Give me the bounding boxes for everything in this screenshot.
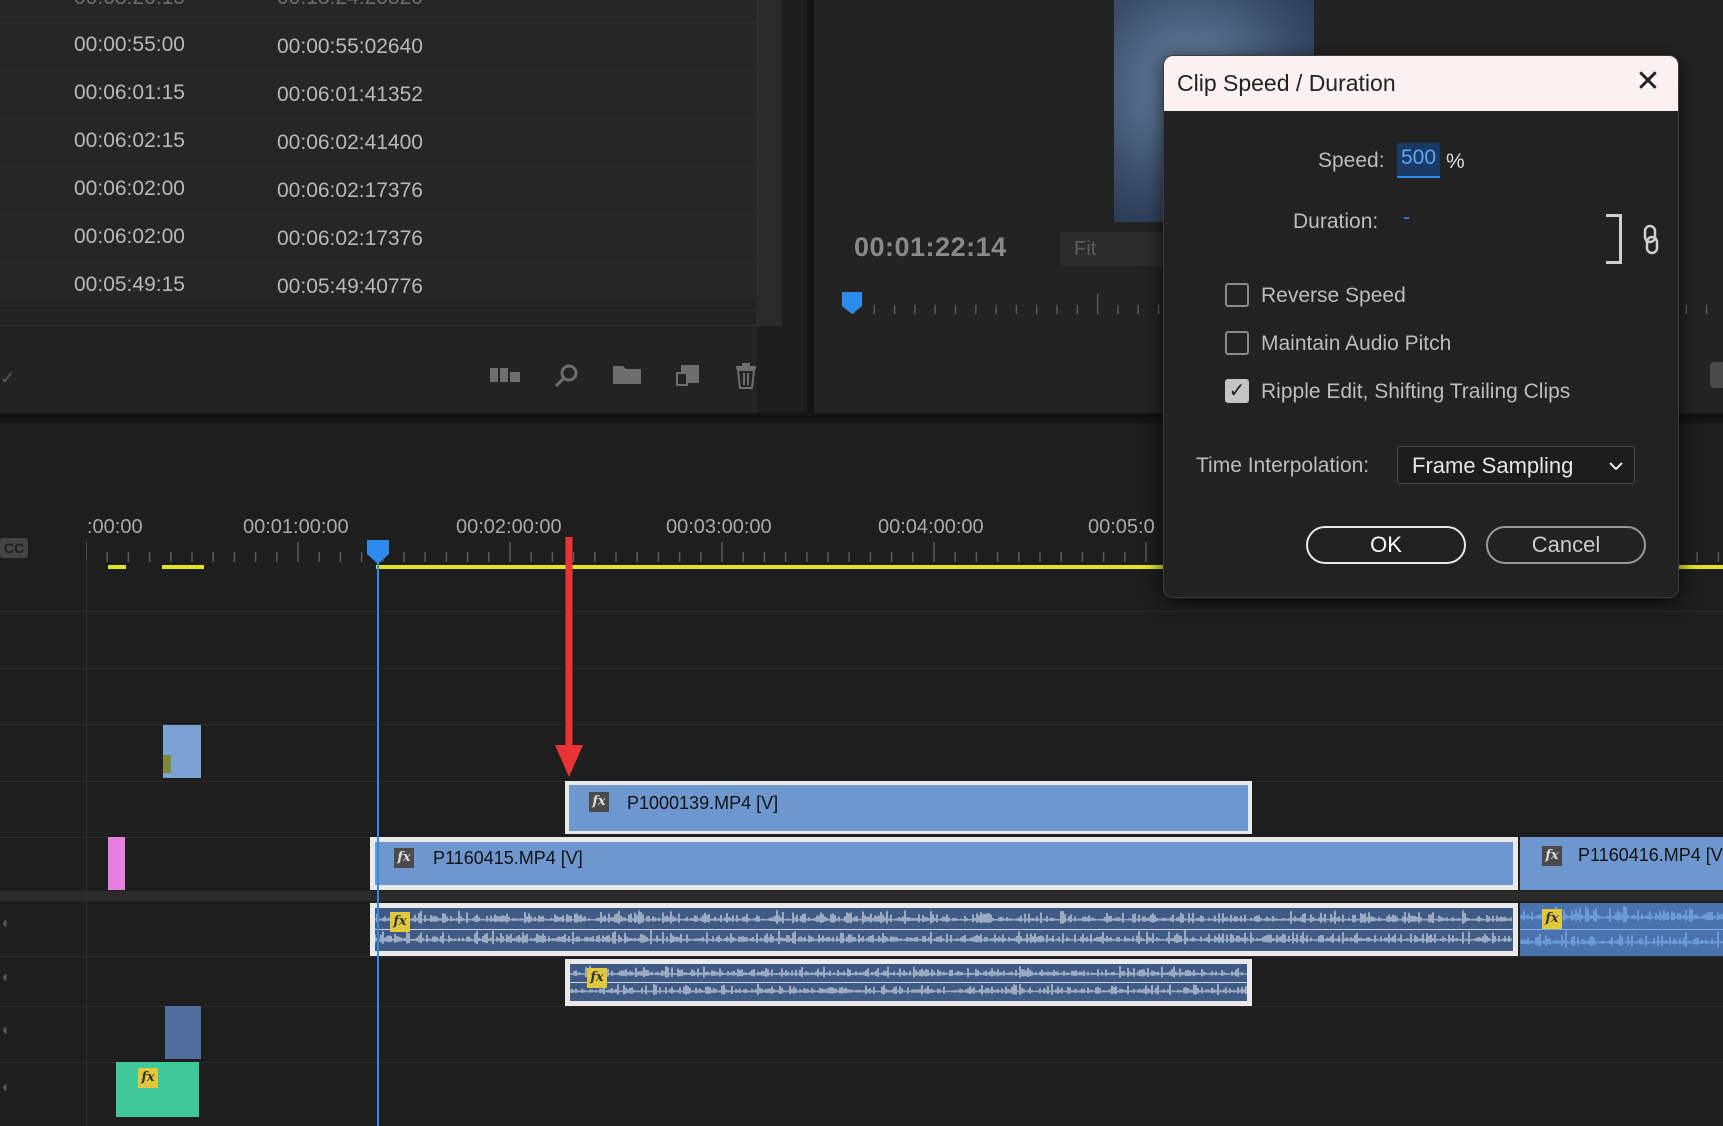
small-pink-clip[interactable] — [108, 837, 125, 890]
dialog-title: Clip Speed / Duration — [1177, 70, 1396, 96]
folder-icon[interactable] — [611, 363, 643, 389]
speed-input[interactable]: 500 — [1397, 143, 1440, 178]
fx-badge: fx — [1542, 846, 1562, 866]
time-interpolation-select[interactable]: Frame Sampling — [1397, 446, 1635, 484]
ruler-time-label: 00:03:00:00 — [666, 516, 772, 538]
timecode-cell: 00:06:02:41400 — [277, 131, 423, 154]
playhead-handle[interactable] — [366, 540, 390, 566]
fx-badge: fx — [390, 912, 410, 932]
annotation-arrow — [555, 537, 583, 777]
ruler-time-label: :00:00 — [87, 516, 143, 538]
timecode-cell: 00:06:01:41352 — [277, 83, 423, 106]
fx-badge: fx — [138, 1068, 158, 1088]
cancel-button[interactable]: Cancel — [1486, 526, 1646, 564]
close-icon[interactable]: ✕ — [1628, 62, 1668, 102]
track-divider — [0, 1006, 1723, 1007]
zoom-fit-dropdown[interactable]: Fit — [1060, 232, 1170, 266]
video-clip-p1160416[interactable]: fx P1160416.MP4 [V — [1518, 837, 1723, 890]
mic-icon[interactable]: ◖ — [0, 915, 10, 933]
audio-clip-p1160416[interactable]: fx — [1518, 903, 1723, 956]
timecode-cell: 00:06:02:17376 — [277, 179, 423, 202]
list-item[interactable]: 00:06:01:15 00:06:01:41352 — [0, 71, 757, 119]
track-divider — [0, 1062, 1723, 1063]
clip-name: P1000139.MP4 [V] — [627, 793, 779, 813]
project-list: 00:03:26:1500:13:24:20320 00:00:55:0000:… — [0, 0, 757, 311]
project-scrollbar[interactable] — [757, 0, 782, 325]
track-divider — [0, 611, 1723, 612]
ripple-edit-checkbox[interactable]: ✓ — [1225, 379, 1249, 403]
ok-button[interactable]: OK — [1306, 526, 1466, 564]
duration-cell: 00:06:02:00 — [74, 177, 185, 200]
small-green-audio-clip[interactable]: fx — [116, 1062, 199, 1117]
list-item[interactable]: 00:06:02:15 00:06:02:41400 — [0, 119, 757, 167]
small-video-clip[interactable] — [163, 725, 201, 778]
duration-cell: 00:06:02:15 — [74, 129, 185, 152]
track-divider — [0, 668, 1723, 669]
list-item[interactable]: 00:06:02:00 00:06:02:17376 — [0, 215, 757, 263]
duration-cell: 00:05:49:15 — [74, 273, 185, 296]
monitor-control-button[interactable] — [1710, 362, 1723, 388]
mic-icon[interactable]: ◖ — [0, 1022, 10, 1040]
audio-clip-p1160415[interactable]: fx — [370, 903, 1518, 956]
list-item[interactable]: 00:03:26:1500:13:24:20320 — [0, 0, 757, 24]
chevron-icon[interactable]: ✓ — [0, 368, 15, 389]
bin-view-icon[interactable] — [489, 363, 521, 389]
list-item[interactable]: 00:05:49:15 00:05:49:40776 — [0, 263, 757, 311]
list-item[interactable]: 00:06:02:00 00:06:02:17376 — [0, 167, 757, 215]
reverse-speed-label: Reverse Speed — [1261, 284, 1406, 307]
video-audio-divider[interactable] — [0, 891, 1723, 901]
ripple-edit-label: Ripple Edit, Shifting Trailing Clips — [1261, 380, 1571, 403]
timecode-cell: 00:05:49:40776 — [277, 275, 423, 298]
video-clip-p1000139[interactable]: fx P1000139.MP4 [V] — [565, 781, 1252, 834]
speed-value: 500 — [1401, 146, 1437, 169]
ruler-time-label: 00:01:00:00 — [243, 516, 349, 538]
track-divider — [0, 956, 1723, 957]
speed-unit: % — [1446, 150, 1465, 173]
track-header-divider — [86, 560, 87, 1126]
clip-name: P1160415.MP4 [V] — [433, 848, 583, 868]
duration-value[interactable]: - — [1403, 206, 1410, 230]
timecode-cell: 00:00:55:02640 — [277, 35, 423, 58]
clip-speed-dialog: Clip Speed / Duration ✕ Speed: 500 % Dur… — [1163, 55, 1679, 598]
ruler-time-label: 00:05:0 — [1088, 516, 1155, 538]
track-divider — [0, 724, 1723, 725]
timeline-playhead[interactable] — [377, 540, 379, 1126]
clip-marker — [163, 755, 171, 773]
duration-cell: 00:06:01:15 — [74, 81, 185, 104]
list-item[interactable]: 00:00:55:00 00:00:55:02640 — [0, 23, 757, 71]
video-clip-p1160415[interactable]: fx P1160415.MP4 [V] — [370, 837, 1518, 890]
mic-icon[interactable]: ◖ — [0, 1079, 10, 1097]
speed-label: Speed: — [1318, 149, 1385, 172]
ruler-time-label: 00:04:00:00 — [878, 516, 984, 538]
project-panel: 00:03:26:1500:13:24:20320 00:00:55:0000:… — [0, 0, 782, 413]
fx-badge: fx — [394, 848, 414, 868]
link-icon[interactable] — [1642, 224, 1660, 256]
clip-name: P1160416.MP4 [V — [1578, 845, 1723, 865]
divider — [0, 325, 781, 326]
duration-cell: 00:06:02:00 — [74, 225, 185, 248]
monitor-playhead[interactable] — [842, 292, 862, 314]
playhead-timecode[interactable]: 00:01:22:14 — [854, 232, 1007, 263]
timecode-cell: 00:06:02:17376 — [277, 227, 423, 250]
fx-badge: fx — [589, 792, 609, 812]
new-item-icon[interactable] — [672, 363, 704, 389]
ruler-time-label: 00:02:00:00 — [456, 516, 562, 538]
captions-icon[interactable]: CC — [0, 538, 28, 558]
trash-icon[interactable] — [730, 363, 762, 389]
fx-badge: fx — [587, 968, 607, 988]
duration-label: Duration: — [1293, 210, 1379, 233]
duration-cell: 00:00:55:00 — [74, 33, 185, 56]
small-audio-clip[interactable] — [165, 1006, 201, 1059]
link-bracket — [1606, 214, 1622, 264]
search-icon[interactable] — [550, 363, 582, 389]
reverse-speed-checkbox[interactable] — [1225, 283, 1249, 307]
time-interpolation-value: Frame Sampling — [1412, 453, 1574, 478]
chevron-down-icon — [1609, 462, 1623, 471]
mic-icon[interactable]: ◖ — [0, 969, 10, 987]
audio-clip-p1000139[interactable]: fx — [565, 959, 1252, 1006]
fx-badge: fx — [1542, 909, 1562, 929]
maintain-audio-pitch-label: Maintain Audio Pitch — [1261, 332, 1452, 355]
time-interpolation-label: Time Interpolation: — [1196, 454, 1370, 477]
maintain-audio-pitch-checkbox[interactable] — [1225, 331, 1249, 355]
